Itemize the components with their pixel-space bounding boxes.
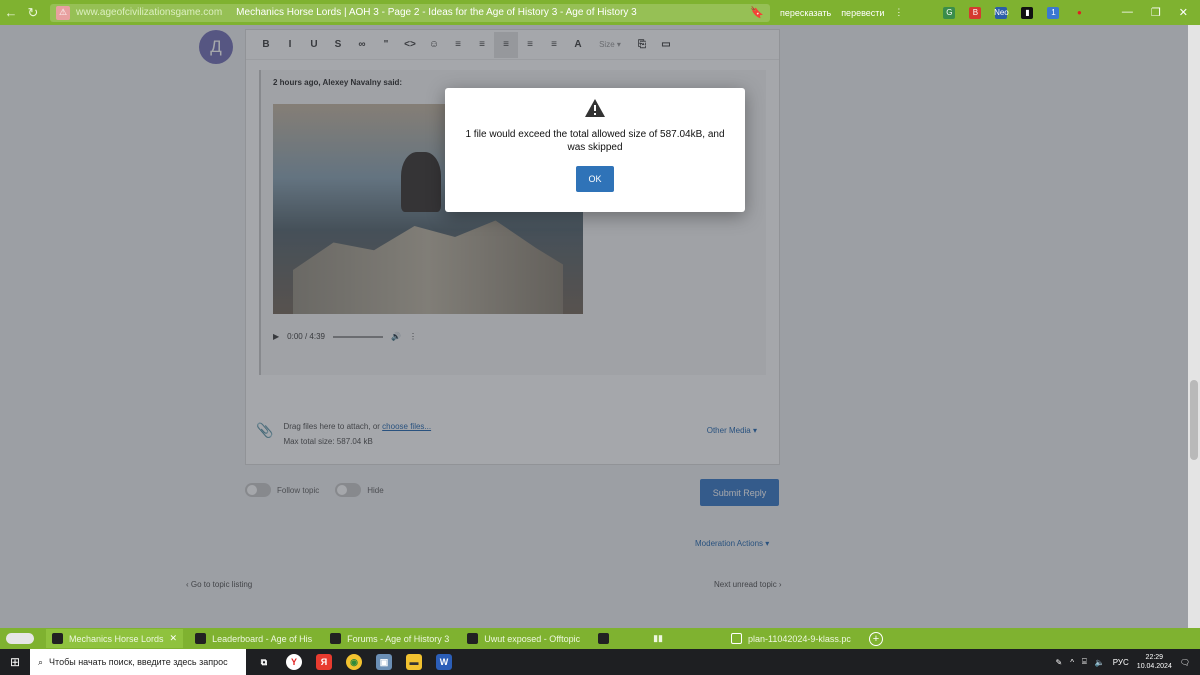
retell-extension-button[interactable]: пересказать bbox=[780, 8, 831, 18]
page-title: Mechanics Horse Lords | AOH 3 - Page 2 -… bbox=[236, 7, 637, 18]
clock-time: 22:29 bbox=[1145, 654, 1164, 661]
back-arrow-icon: ← bbox=[4, 5, 18, 20]
chrome-icon[interactable]: ◉ bbox=[346, 654, 362, 670]
site-favicon-icon bbox=[330, 633, 342, 644]
tab-paused-media[interactable]: ▮▮ bbox=[647, 629, 669, 648]
site-favicon-icon bbox=[195, 633, 207, 644]
extension-neo-icon[interactable]: Neo bbox=[994, 6, 1009, 19]
url-host: www.ageofcivilizationsgame.com bbox=[76, 7, 223, 18]
tray-chevron-icon[interactable]: ^ bbox=[1070, 658, 1074, 667]
tab-uwut-exposed[interactable]: Uwut exposed - Offtopic bbox=[461, 629, 586, 648]
extension-g-icon[interactable]: G bbox=[943, 6, 956, 19]
notifications-icon[interactable]: 🗨 bbox=[1180, 658, 1190, 667]
tab-untitled[interactable] bbox=[592, 629, 621, 648]
task-view-icon[interactable]: ⧉ bbox=[256, 654, 272, 670]
tab-label: Leaderboard - Age of His bbox=[212, 633, 313, 644]
pause-icon: ▮▮ bbox=[653, 633, 664, 643]
pen-icon[interactable]: ✎ bbox=[1056, 658, 1063, 667]
page-scrollbar[interactable] bbox=[1188, 25, 1200, 628]
extension-b-icon[interactable]: B bbox=[969, 6, 982, 19]
language-indicator[interactable]: РУС bbox=[1113, 658, 1129, 667]
yandex-browser-icon[interactable]: Y bbox=[286, 654, 302, 670]
close-window-icon[interactable]: ✕ bbox=[1179, 6, 1188, 19]
clock-date: 10.04.2024 bbox=[1136, 663, 1172, 670]
tab-label: Forums - Age of History 3 bbox=[347, 633, 450, 644]
close-tab-icon[interactable]: ✕ bbox=[170, 633, 178, 644]
extension-icons: G B Neo ▮ 1 ● bbox=[943, 6, 1085, 19]
browser-toolbar: ← ↻ ⚠ www.ageofcivilizationsgame.com Mec… bbox=[0, 0, 1200, 25]
warning-icon bbox=[445, 98, 745, 118]
translate-label: перевести bbox=[841, 7, 885, 18]
retell-label: пересказать bbox=[780, 7, 832, 18]
extension-badge-icon[interactable]: 1 bbox=[1047, 6, 1060, 19]
file-explorer-icon[interactable]: ▬ bbox=[406, 654, 422, 670]
tab-leaderboard[interactable]: Leaderboard - Age of His bbox=[189, 629, 318, 648]
search-placeholder: Чтобы начать поиск, введите здесь запрос bbox=[49, 657, 228, 667]
record-indicator-icon[interactable]: ● bbox=[1073, 7, 1085, 19]
extension-dark-icon[interactable]: ▮ bbox=[1021, 6, 1034, 19]
reload-icon: ↻ bbox=[27, 4, 39, 20]
translate-extension-button[interactable]: перевести bbox=[841, 8, 884, 18]
scrollbar-thumb[interactable] bbox=[1190, 380, 1198, 460]
restore-icon[interactable]: ❐ bbox=[1151, 6, 1161, 19]
app-window-icon[interactable]: ▣ bbox=[376, 654, 392, 670]
network-icon[interactable]: ⌸ bbox=[1082, 657, 1087, 667]
window-controls: — ❐ ✕ bbox=[1122, 6, 1188, 19]
clock[interactable]: 22:29 10.04.2024 bbox=[1137, 653, 1172, 671]
browser-tab-strip: Mechanics Horse Lords ✕ Leaderboard - Ag… bbox=[0, 628, 1200, 649]
menu-dots-icon: ⋮ bbox=[894, 7, 904, 17]
document-icon bbox=[731, 633, 743, 644]
back-button[interactable]: ← bbox=[0, 2, 22, 24]
tab-mechanics-horse-lords[interactable]: Mechanics Horse Lords ✕ bbox=[46, 629, 184, 648]
security-warning-icon[interactable]: ⚠ bbox=[56, 5, 70, 20]
yandex-icon[interactable]: Я bbox=[316, 654, 332, 670]
system-tray: ✎ ^ ⌸ 🔈 РУС 22:29 10.04.2024 🗨 bbox=[1056, 653, 1190, 671]
tab-switcher-icon bbox=[6, 633, 34, 644]
tab-label: plan-11042024-9-klass.pc bbox=[748, 633, 851, 644]
windows-taskbar: ⊞ ⌕ Чтобы начать поиск, введите здесь за… bbox=[0, 649, 1200, 675]
site-favicon-icon bbox=[467, 633, 479, 644]
site-favicon-icon bbox=[598, 633, 610, 644]
tab-plan-document[interactable]: plan-11042024-9-klass.pc bbox=[725, 629, 857, 648]
bookmark-icon[interactable]: 🔖 bbox=[750, 6, 764, 19]
new-tab-button[interactable]: + bbox=[868, 631, 883, 646]
tab-label: Uwut exposed - Offtopic bbox=[484, 633, 581, 644]
taskbar-search-input[interactable]: ⌕ Чтобы начать поиск, введите здесь запр… bbox=[30, 649, 246, 675]
dialog-message: 1 file would exceed the total allowed si… bbox=[465, 129, 725, 153]
volume-icon[interactable]: 🔈 bbox=[1095, 658, 1105, 667]
search-icon: ⌕ bbox=[38, 656, 44, 667]
browser-menu-button[interactable]: ⋮ bbox=[894, 7, 903, 18]
plus-icon: + bbox=[872, 632, 880, 645]
site-favicon-icon bbox=[52, 633, 63, 644]
reload-button[interactable]: ↻ bbox=[22, 2, 44, 24]
ok-button[interactable]: OK bbox=[576, 166, 614, 192]
tab-switcher[interactable] bbox=[0, 629, 40, 648]
address-bar[interactable]: ⚠ www.ageofcivilizationsgame.com Mechani… bbox=[50, 3, 770, 22]
word-icon[interactable]: W bbox=[436, 654, 452, 670]
error-dialog: 1 file would exceed the total allowed si… bbox=[445, 88, 745, 212]
tab-forums[interactable]: Forums - Age of History 3 bbox=[324, 629, 455, 648]
minimize-icon[interactable]: — bbox=[1122, 6, 1133, 19]
taskbar-apps: ⧉ Y Я ◉ ▣ ▬ W bbox=[256, 654, 452, 670]
tab-label: Mechanics Horse Lords bbox=[69, 633, 164, 644]
windows-start-icon[interactable]: ⊞ bbox=[0, 655, 30, 669]
